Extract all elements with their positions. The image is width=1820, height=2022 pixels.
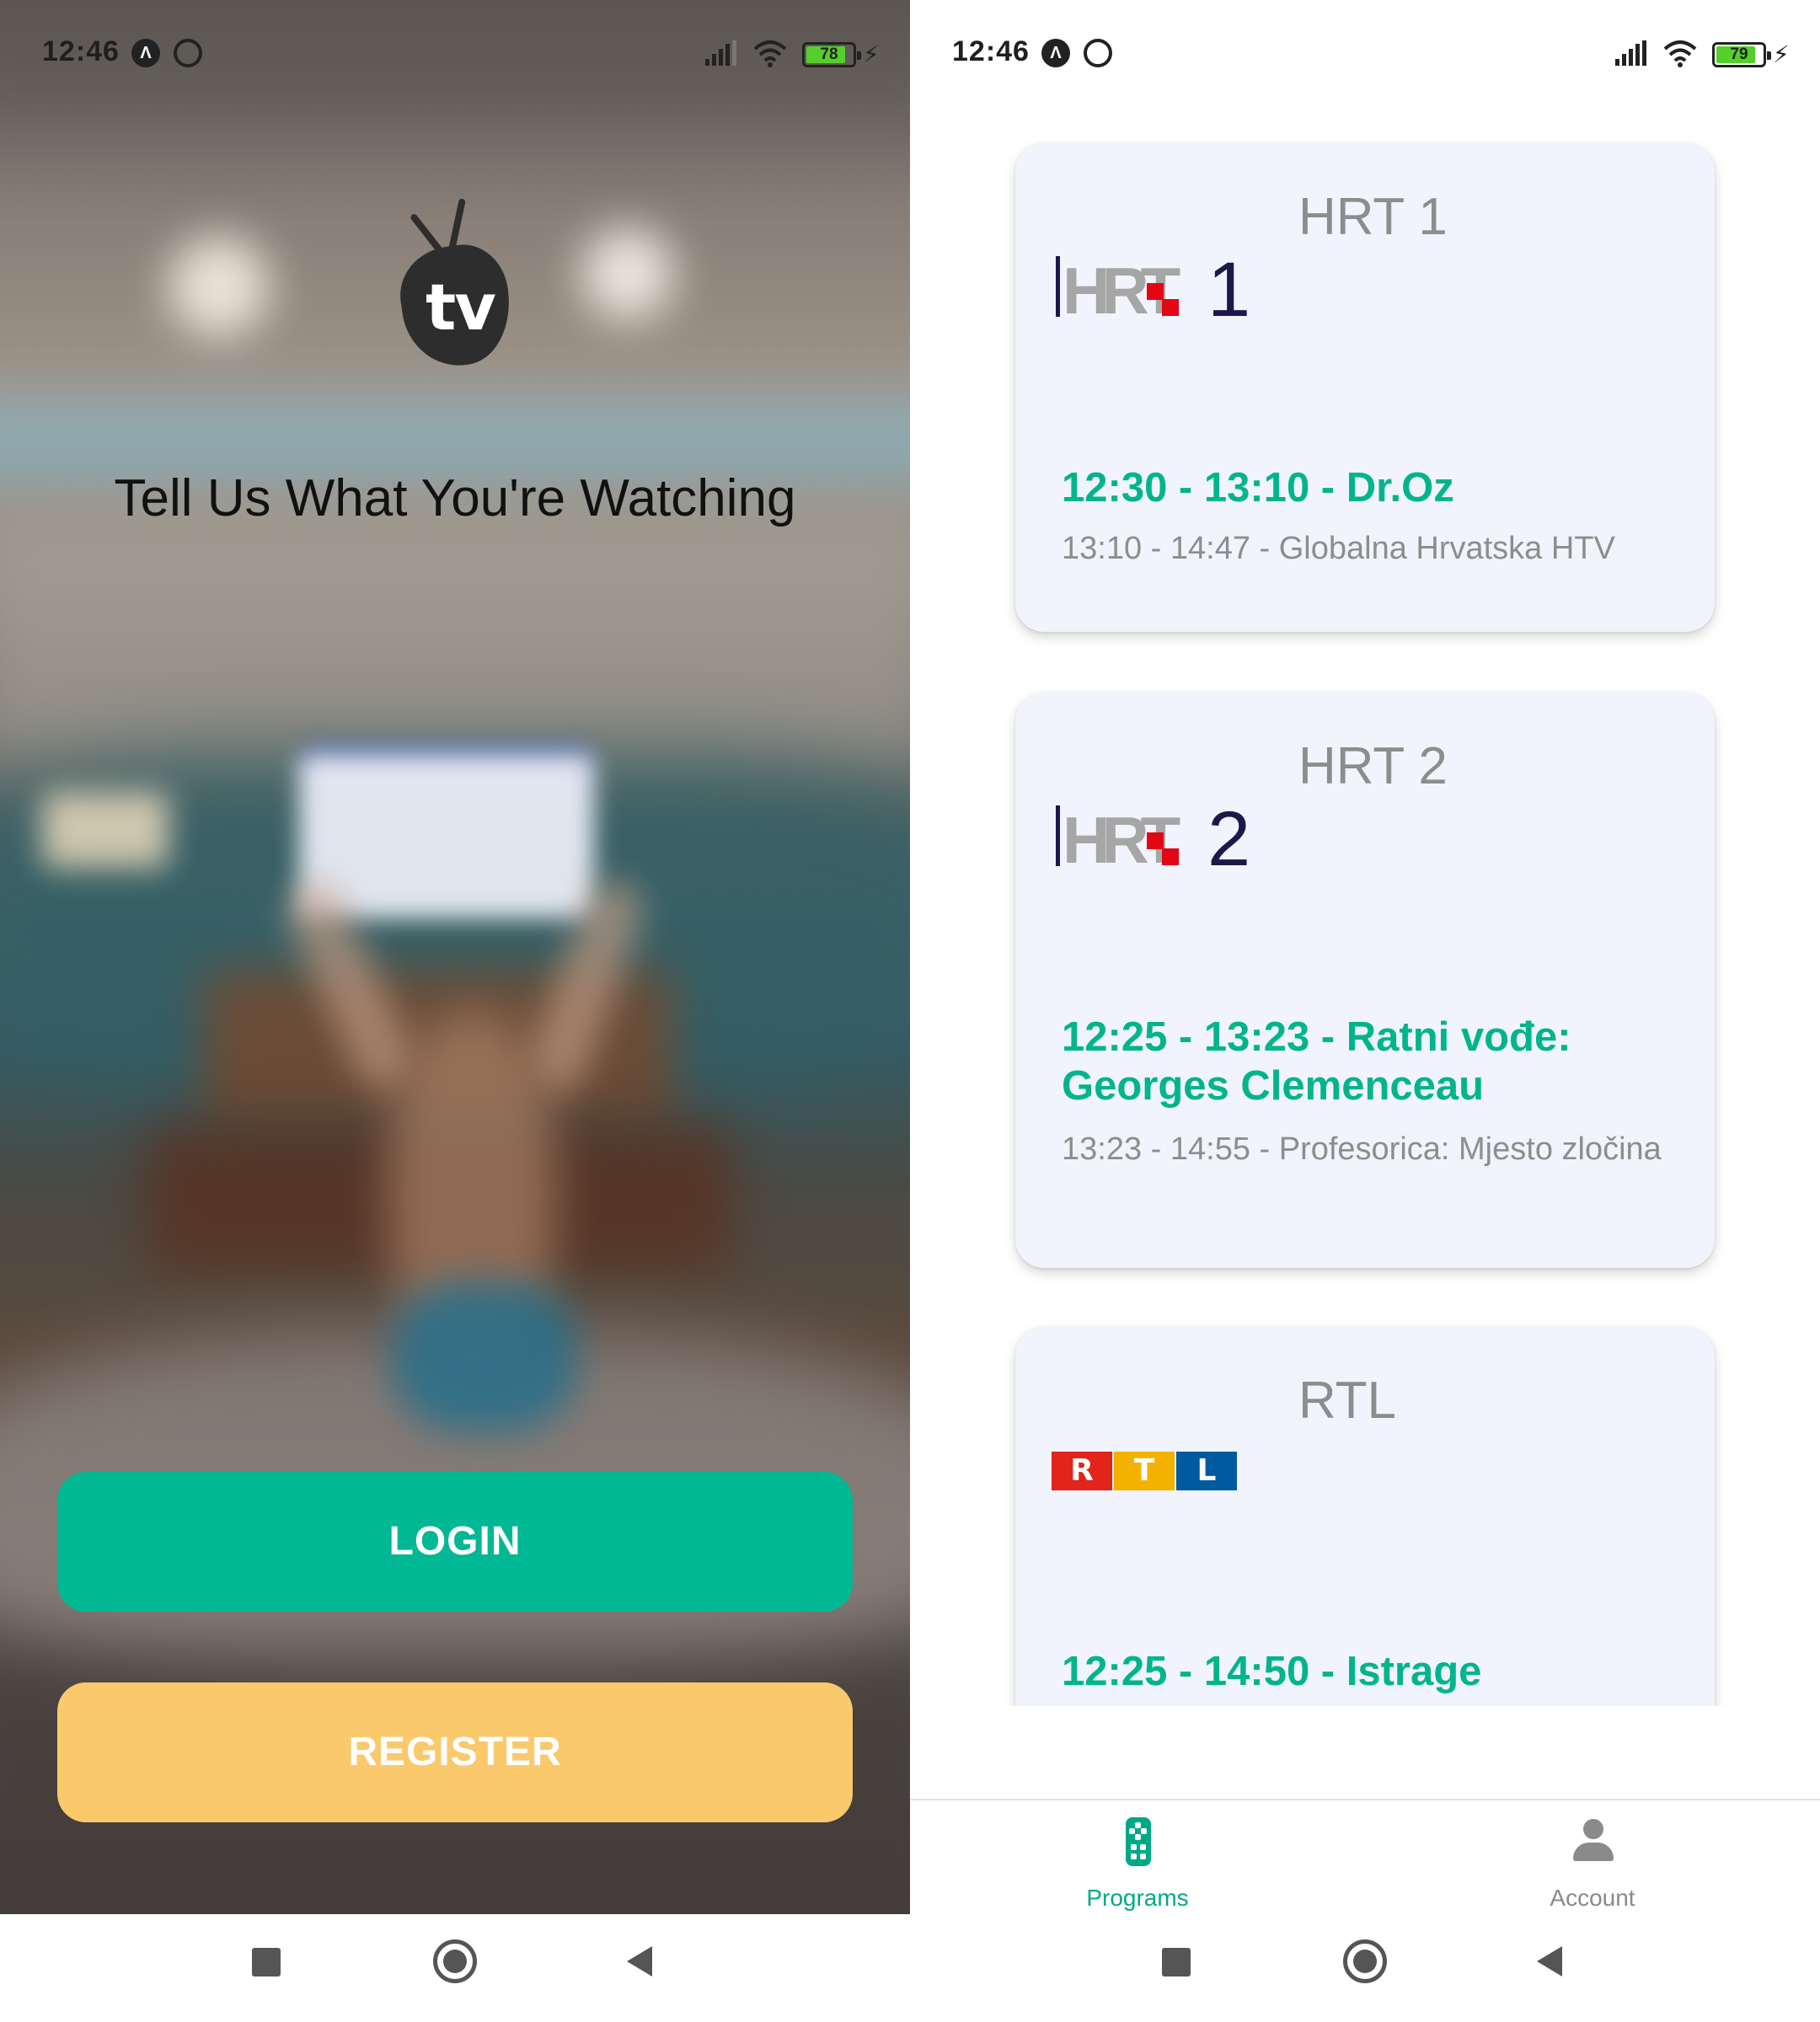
battery-level: 79 bbox=[1730, 45, 1748, 63]
current-program: 12:25 - 14:50 - Istrage bbox=[1062, 1649, 1482, 1694]
channel-logo-hrt2: HRT 2 bbox=[1056, 796, 1258, 882]
tagline: Tell Us What You're Watching bbox=[114, 469, 796, 527]
charging-icon: ⚡ bbox=[1773, 41, 1790, 67]
signal-icon bbox=[705, 40, 736, 66]
recents-icon[interactable] bbox=[1162, 1948, 1191, 1977]
register-button[interactable]: REGISTER bbox=[57, 1682, 853, 1822]
login-button[interactable]: LOGIN bbox=[57, 1472, 853, 1612]
status-time: 12:46 bbox=[952, 35, 1030, 67]
battery-icon: 79 bbox=[1712, 42, 1771, 67]
next-program: 13:23 - 14:55 - Profesorica: Mjesto zloč… bbox=[1062, 1131, 1662, 1167]
channel-name: HRT 1 bbox=[1298, 188, 1448, 246]
signal-icon bbox=[1615, 40, 1646, 66]
channel-name: HRT 2 bbox=[1298, 737, 1448, 795]
battery-icon: 78 bbox=[802, 42, 861, 67]
logo-letter: L bbox=[1176, 1452, 1237, 1490]
current-program: 12:25 - 13:23 - Ratni vođe: Georges Clem… bbox=[1062, 1014, 1571, 1109]
logo-letter: T bbox=[1114, 1452, 1175, 1490]
system-nav-bar bbox=[0, 1914, 910, 2022]
battery-level: 78 bbox=[820, 45, 838, 63]
program-list[interactable]: HRT 1 HRT 1 12:30 - 13:10 - Dr.Oz 13:10 … bbox=[910, 110, 1820, 1706]
tab-account[interactable]: Account bbox=[1365, 1800, 1820, 1916]
alarm-icon bbox=[1084, 39, 1112, 67]
channel-name: RTL bbox=[1298, 1372, 1397, 1430]
wifi-icon bbox=[753, 40, 787, 67]
programs-screen: 12:46 Λ 79 ⚡ HRT 1 HRT 1 12:30 - 13:10 -… bbox=[910, 0, 1820, 2022]
channel-card-hrt1[interactable]: HRT 1 HRT 1 12:30 - 13:10 - Dr.Oz 13:10 … bbox=[1015, 143, 1715, 632]
bottom-tab-bar: Programs Account bbox=[910, 1799, 1820, 1914]
person-icon bbox=[1571, 1819, 1615, 1863]
app-notification-icon: Λ bbox=[1041, 39, 1070, 67]
charging-icon: ⚡ bbox=[863, 41, 880, 67]
wifi-icon bbox=[1663, 40, 1697, 67]
logo-letter: R bbox=[1052, 1452, 1112, 1490]
tab-label: Account bbox=[1550, 1885, 1635, 1911]
tab-label: Programs bbox=[1086, 1885, 1189, 1911]
channel-card-hrt2[interactable]: HRT 2 HRT 2 12:25 - 13:23 - Ratni vođe: … bbox=[1015, 693, 1715, 1268]
app-notification-icon: Λ bbox=[131, 39, 160, 67]
home-icon[interactable] bbox=[1343, 1939, 1387, 1983]
logo-number: 2 bbox=[1207, 796, 1251, 882]
home-icon[interactable] bbox=[433, 1939, 477, 1983]
remote-control-icon bbox=[1126, 1817, 1151, 1866]
back-icon[interactable] bbox=[627, 1946, 652, 1977]
status-bar: 12:46 Λ 78 ⚡ bbox=[0, 0, 910, 110]
recents-icon[interactable] bbox=[252, 1948, 281, 1977]
status-bar: 12:46 Λ 79 ⚡ bbox=[910, 0, 1820, 110]
current-program: 12:30 - 13:10 - Dr.Oz bbox=[1062, 465, 1454, 511]
channel-card-rtl[interactable]: RTL R T L 12:25 - 14:50 - Istrage bbox=[1015, 1327, 1715, 1706]
next-program: 13:10 - 14:47 - Globalna Hrvatska HTV bbox=[1062, 531, 1615, 566]
status-time: 12:46 bbox=[42, 35, 120, 67]
login-screen: 12:46 Λ 78 ⚡ tv Tell Us What You're Watc… bbox=[0, 0, 910, 2022]
app-logo: tv bbox=[392, 194, 527, 379]
alarm-icon bbox=[174, 39, 202, 67]
app-logo-text: tv bbox=[426, 270, 496, 345]
channel-logo-hrt1: HRT 1 bbox=[1056, 247, 1258, 333]
logo-number: 1 bbox=[1207, 247, 1251, 333]
system-nav-bar bbox=[910, 1914, 1820, 2022]
tab-programs[interactable]: Programs bbox=[910, 1800, 1365, 1916]
back-icon[interactable] bbox=[1537, 1946, 1562, 1977]
